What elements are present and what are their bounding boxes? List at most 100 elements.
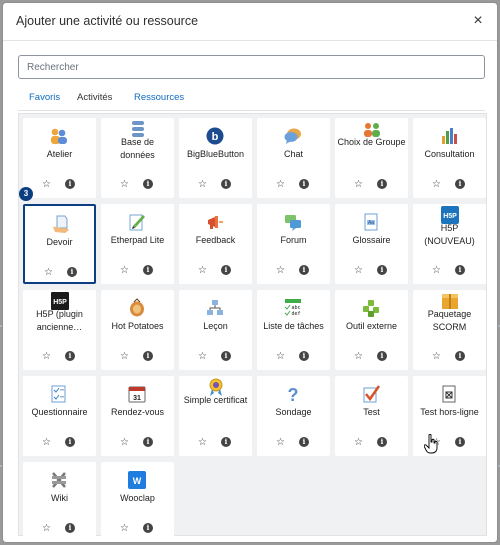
svg-text:def: def [291,311,300,317]
star-icon[interactable]: ☆ [275,351,286,362]
group-choice-icon [362,119,380,137]
activity-label: Wooclap [120,493,155,503]
info-icon[interactable]: i [221,437,231,447]
add-activity-modal: Ajouter une activité ou ressource × Favo… [2,2,498,543]
info-icon[interactable]: i [299,265,309,275]
activity-card-hotpotatoes[interactable]: Hot Potatoes ☆ i [101,290,174,370]
info-icon[interactable]: i [377,179,387,189]
workshop-icon [49,126,69,146]
activity-card-etherpad[interactable]: Etherpad Lite ☆ i [101,204,174,284]
star-icon[interactable]: ☆ [119,523,130,534]
activity-card-group-choice[interactable]: Choix de Groupe ☆ i [335,118,408,198]
activity-card-feedback[interactable]: Feedback ☆ i [179,204,252,284]
info-icon[interactable]: i [143,437,153,447]
star-icon[interactable]: ☆ [353,179,364,190]
activity-card-wiki[interactable]: Wiki ☆ i [23,462,96,542]
activity-card-h5p-plugin[interactable]: H5P H5P (plugin ancienne… ☆ i [23,290,96,370]
star-icon[interactable]: ☆ [41,437,52,448]
tab-activities[interactable]: Activités [77,92,112,110]
checklist-icon: abc def [283,298,303,318]
activity-card-certificate[interactable]: Simple certificat ☆ i [179,376,252,456]
survey-icon: ? [283,384,303,405]
star-icon[interactable]: ☆ [197,265,208,276]
star-icon[interactable]: ☆ [431,179,442,190]
info-icon[interactable]: i [455,437,465,447]
activity-card-external-tool[interactable]: Outil externe ☆ i [335,290,408,370]
info-icon[interactable]: i [377,437,387,447]
activity-card-scorm[interactable]: Paquetage SCORM ☆ i [413,290,486,370]
activity-label: Devoir [46,237,73,247]
info-icon[interactable]: i [65,523,75,533]
info-icon[interactable]: i [143,265,153,275]
star-icon[interactable]: ☆ [431,351,442,362]
activity-card-database[interactable]: Base de données ☆ i [101,118,174,198]
star-icon[interactable]: ☆ [353,351,364,362]
info-icon[interactable]: i [299,179,309,189]
activity-card-h5p[interactable]: H5P H5P (NOUVEAU) ☆ i [413,204,486,284]
star-icon[interactable]: ☆ [275,437,286,448]
activity-label: H5P (plugin ancienne… [36,309,83,332]
info-icon[interactable]: i [299,351,309,361]
info-icon[interactable]: i [377,351,387,361]
activity-label: Base de données [120,137,155,160]
activity-card-glossary[interactable]: Aa Glossaire ☆ i [335,204,408,284]
activity-card-assignment[interactable]: Devoir ☆ i [23,204,96,284]
info-icon[interactable]: i [143,351,153,361]
activity-card-bigbluebutton[interactable]: b BigBlueButton ☆ i [179,118,252,198]
activity-card-wooclap[interactable]: W Wooclap ☆ i [101,462,174,542]
star-icon[interactable]: ☆ [119,437,130,448]
star-icon[interactable]: ☆ [41,523,52,534]
activity-card-questionnaire[interactable]: Questionnaire ☆ i [23,376,96,456]
info-icon[interactable]: i [67,267,77,277]
star-icon[interactable]: ☆ [275,179,286,190]
star-icon[interactable]: ☆ [353,265,364,276]
info-icon[interactable]: i [65,351,75,361]
info-icon[interactable]: i [455,351,465,361]
search-input[interactable] [18,55,485,79]
tab-favorites[interactable]: Favoris [29,92,60,110]
star-icon[interactable]: ☆ [275,265,286,276]
activity-card-chat[interactable]: Chat ☆ i [257,118,330,198]
svg-text:b: b [212,131,219,143]
info-icon[interactable]: i [221,351,231,361]
activity-card-workshop[interactable]: Atelier ☆ i [23,118,96,198]
info-icon[interactable]: i [65,437,75,447]
activity-card-checklist[interactable]: abc def Liste de tâches ☆ i [257,290,330,370]
info-icon[interactable]: i [143,179,153,189]
info-icon[interactable]: i [455,265,465,275]
star-icon[interactable]: ☆ [197,179,208,190]
activity-label: Test hors-ligne [420,407,479,417]
star-icon[interactable]: ☆ [431,265,442,276]
activity-card-lesson[interactable]: Leçon ☆ i [179,290,252,370]
activity-card-quiz[interactable]: Test ☆ i [335,376,408,456]
activity-label: Paquetage SCORM [427,309,472,332]
info-icon[interactable]: i [299,437,309,447]
activity-label: Choix de Groupe [337,137,406,147]
info-icon[interactable]: i [65,179,75,189]
activity-label: H5P (NOUVEAU) [424,223,475,246]
activity-label: Leçon [203,321,228,331]
offline-quiz-icon [439,384,459,404]
activity-card-forum[interactable]: Forum ☆ i [257,204,330,284]
star-icon[interactable]: ☆ [197,351,208,362]
activity-card-survey[interactable]: ? Sondage ☆ i [257,376,330,456]
info-icon[interactable]: i [377,265,387,275]
close-button[interactable]: × [469,12,487,30]
activity-label: Atelier [46,149,73,159]
star-icon[interactable]: ☆ [119,179,130,190]
star-icon[interactable]: ☆ [119,265,130,276]
info-icon[interactable]: i [455,179,465,189]
star-icon[interactable]: ☆ [41,351,52,362]
info-icon[interactable]: i [221,179,231,189]
activity-label: Questionnaire [31,407,88,417]
star-icon[interactable]: ☆ [43,267,54,278]
activity-card-scheduler[interactable]: 31 Rendez-vous ☆ i [101,376,174,456]
activity-card-consultation[interactable]: Consultation ☆ i [413,118,486,198]
star-icon[interactable]: ☆ [41,179,52,190]
star-icon[interactable]: ☆ [119,351,130,362]
info-icon[interactable]: i [143,523,153,533]
star-icon[interactable]: ☆ [197,437,208,448]
info-icon[interactable]: i [221,265,231,275]
tab-resources[interactable]: Ressources [134,92,184,110]
star-icon[interactable]: ☆ [353,437,364,448]
